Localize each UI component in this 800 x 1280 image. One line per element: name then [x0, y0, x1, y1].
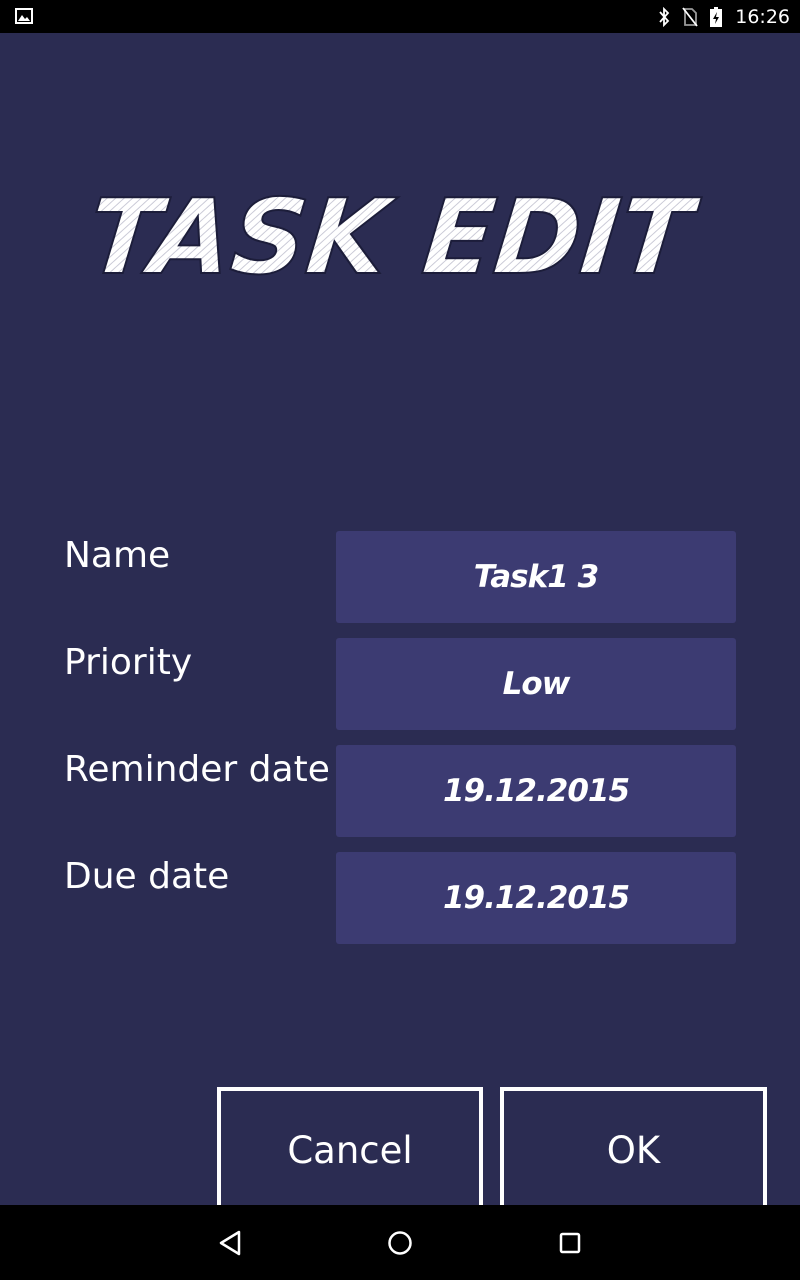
due-date-label: Due date — [64, 856, 230, 897]
priority-field[interactable]: Low — [336, 638, 736, 730]
reminder-date-label: Reminder date — [64, 749, 330, 790]
no-sim-icon — [681, 6, 699, 27]
cancel-button[interactable]: Cancel — [217, 1087, 483, 1205]
home-icon[interactable] — [382, 1225, 418, 1261]
reminder-date-field[interactable]: 19.12.2015 — [336, 745, 736, 837]
recents-icon[interactable] — [552, 1225, 588, 1261]
bluetooth-icon — [655, 6, 673, 27]
due-date-field[interactable]: 19.12.2015 — [336, 852, 736, 944]
name-label: Name — [64, 535, 171, 576]
image-notification-icon — [15, 8, 33, 24]
form-row-due-date: Due date 19.12.2015 — [0, 852, 800, 944]
page-title-text: TASK EDIT — [82, 176, 704, 298]
ok-button[interactable]: OK — [500, 1087, 767, 1205]
page-title: TASK EDIT — [0, 165, 800, 300]
priority-label: Priority — [64, 642, 193, 683]
status-bar: 16:26 — [0, 0, 800, 33]
back-icon[interactable] — [212, 1225, 248, 1261]
battery-charging-icon — [707, 6, 725, 27]
task-edit-screen: 16:26 TASK EDIT Name Task1 3 Priority Lo… — [0, 0, 800, 1280]
status-icons: 16:26 — [655, 0, 790, 33]
form-row-reminder-date: Reminder date 19.12.2015 — [0, 745, 800, 837]
status-time: 16:26 — [735, 5, 790, 28]
name-field[interactable]: Task1 3 — [336, 531, 736, 623]
form-row-priority: Priority Low — [0, 638, 800, 730]
form-row-name: Name Task1 3 — [0, 531, 800, 623]
navigation-bar — [0, 1205, 800, 1280]
